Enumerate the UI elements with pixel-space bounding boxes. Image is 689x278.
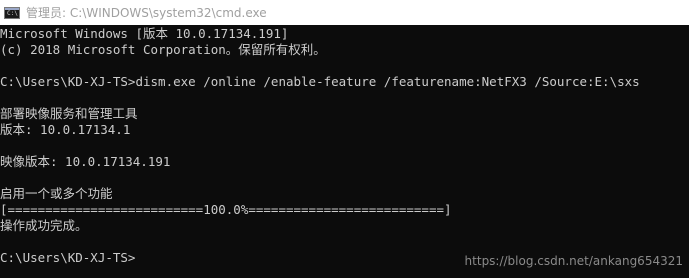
window-title: 管理员: C:\WINDOWS\system32\cmd.exe [26,6,267,20]
console-line: 部署映像服务和管理工具 [0,106,138,121]
watermark-text: https://blog.csdn.net/ankang654321 [464,254,683,268]
console-line: Microsoft Windows [版本 10.0.17134.191] [0,26,289,41]
cmd-icon-glyph: C:\ [7,9,18,17]
console-line: 映像版本: 10.0.17134.191 [0,154,171,169]
console-line: (c) 2018 Microsoft Corporation。保留所有权利。 [0,42,326,57]
console-command-line: C:\Users\KD-XJ-TS>dism.exe /online /enab… [0,74,640,89]
cmd-window: C:\ 管理员: C:\WINDOWS\system32\cmd.exe Mic… [0,0,689,278]
console-line: 操作成功完成。 [0,218,88,233]
cmd-icon[interactable]: C:\ [4,6,20,19]
console-line: 启用一个或多个功能 [0,186,113,201]
title-bar[interactable]: C:\ 管理员: C:\WINDOWS\system32\cmd.exe [0,0,689,25]
console-prompt[interactable]: C:\Users\KD-XJ-TS> [0,250,135,266]
console-line: 版本: 10.0.17134.1 [0,122,131,137]
progress-bar-text: [==========================100.0%=======… [0,202,452,217]
console-output[interactable]: Microsoft Windows [版本 10.0.17134.191] (c… [0,26,689,278]
